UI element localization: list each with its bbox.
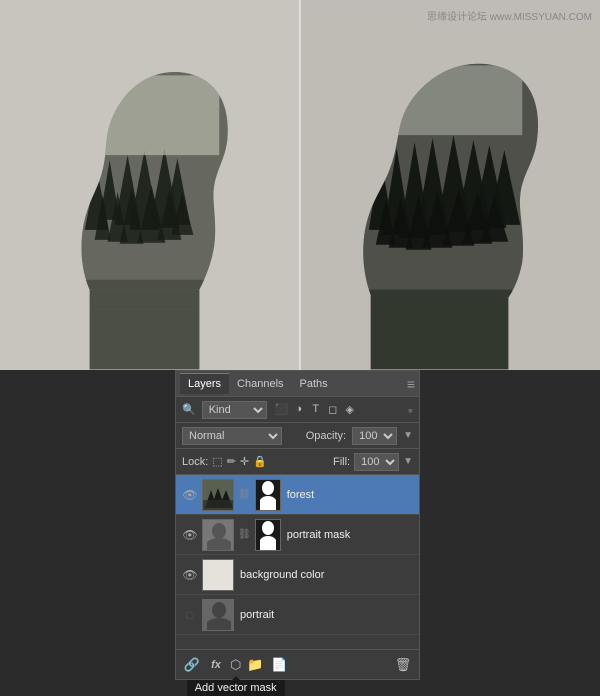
opacity-arrow: ▼ <box>403 430 413 441</box>
smart-icon: ◈ <box>343 403 357 416</box>
lock-row: Lock: ⬚ ✏ ✛ 🔒 Fill: 100% ▼ <box>176 449 419 475</box>
add-mask-tooltip: Add vector mask <box>187 680 285 696</box>
image-area: 思缘设计论坛 www.MISSYUAN.COM <box>0 0 600 370</box>
blend-mode-select[interactable]: Normal <box>182 427 282 445</box>
layer-name-portrait-mask: portrait mask <box>287 529 351 541</box>
layer-mask-portrait <box>255 519 281 551</box>
visibility-icon-portrait[interactable]: □ <box>182 608 198 622</box>
opacity-label: Opacity: <box>306 430 346 442</box>
trash-icon[interactable]: 🗑 <box>393 657 413 673</box>
layer-row-portrait-mask[interactable]: 👁 ⛓ portrait mask <box>176 515 419 555</box>
lock-brush-icon[interactable]: ✏ <box>227 455 236 468</box>
opacity-select[interactable]: 100% <box>352 427 397 445</box>
tab-layers[interactable]: Layers <box>180 373 229 394</box>
add-mask-wrapper: ⬡ Add vector mask <box>230 656 241 674</box>
layer-thumb-bg <box>202 559 234 591</box>
visibility-icon-forest[interactable]: 👁 <box>182 488 198 502</box>
new-layer-icon[interactable]: 📄 <box>269 657 289 673</box>
layer-name-portrait: portrait <box>240 609 274 621</box>
watermark: 思缘设计论坛 www.MISSYUAN.COM <box>427 8 592 23</box>
fill-select[interactable]: 100% <box>354 453 399 471</box>
chain-forest: ⛓ <box>238 489 251 500</box>
lock-label: Lock: <box>182 456 208 468</box>
panel-tabs: Layers Channels Paths ≡ <box>176 371 419 397</box>
pixel-icon: ⬛ <box>275 403 289 416</box>
kind-row: 🔍 Kind ⬛ ◑ T ◻ ◈ ▪ <box>176 397 419 423</box>
fx-icon[interactable]: fx <box>206 659 226 671</box>
search-icon: 🔍 <box>182 403 196 416</box>
kind-select[interactable]: Kind <box>202 401 267 419</box>
left-image-panel <box>0 0 299 370</box>
folder-icon[interactable]: 📁 <box>245 657 265 673</box>
layers-panel: Layers Channels Paths ≡ 🔍 Kind ⬛ ◑ T ◻ ◈… <box>175 370 420 680</box>
visibility-icon-portrait-mask[interactable]: 👁 <box>182 528 198 542</box>
layer-name-forest: forest <box>287 489 315 501</box>
lock-all-icon[interactable]: 🔒 <box>253 455 267 468</box>
layer-thumb-portrait2 <box>202 599 234 631</box>
lock-move-icon[interactable]: ✛ <box>240 455 249 468</box>
right-silhouette-svg <box>301 0 600 370</box>
layer-mask-forest <box>255 479 281 511</box>
layer-row-forest[interactable]: 👁 ⛓ forest <box>176 475 419 515</box>
kind-icons: ⬛ ◑ T ◻ ◈ <box>275 403 357 416</box>
left-silhouette-svg <box>0 0 299 370</box>
right-image-panel <box>299 0 600 370</box>
panel-collapse-icon: ▪ <box>408 402 413 418</box>
link-icon[interactable]: 🔗 <box>182 657 202 673</box>
add-mask-icon[interactable]: ⬡ <box>230 657 241 672</box>
panel-menu-icon[interactable]: ≡ <box>407 376 415 392</box>
blend-mode-row: Normal Opacity: 100% ▼ <box>176 423 419 449</box>
tab-paths[interactable]: Paths <box>292 374 336 394</box>
layer-name-bg: background color <box>240 569 324 581</box>
type-icon: T <box>309 403 323 416</box>
lock-icons: ⬚ ✏ ✛ 🔒 <box>212 455 267 468</box>
panel-toolbar: 🔗 fx ⬡ Add vector mask 📁 📄 🗑 <box>176 649 419 679</box>
layer-thumb-portrait <box>202 519 234 551</box>
layer-row-bg[interactable]: 👁 background color <box>176 555 419 595</box>
adjustment-icon: ◑ <box>292 403 306 416</box>
visibility-icon-bg[interactable]: 👁 <box>182 568 198 582</box>
layer-row-portrait[interactable]: □ portrait <box>176 595 419 635</box>
tab-channels[interactable]: Channels <box>229 374 291 394</box>
layer-thumb-forest <box>202 479 234 511</box>
lock-checkerboard-icon[interactable]: ⬚ <box>212 455 222 468</box>
fill-arrow: ▼ <box>403 456 413 467</box>
fill-label: Fill: <box>333 456 350 468</box>
chain-portrait: ⛓ <box>238 529 251 540</box>
shape-icon: ◻ <box>326 403 340 416</box>
